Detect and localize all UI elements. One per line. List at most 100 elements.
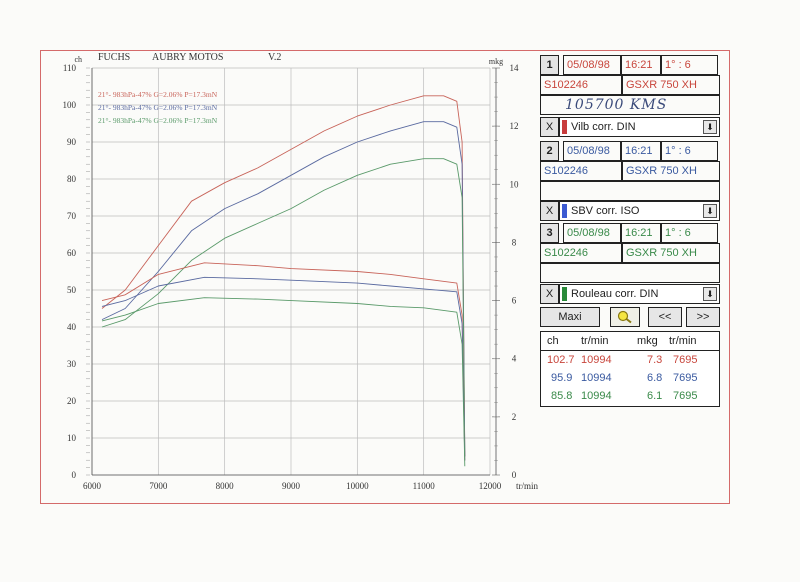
x-tick-label: 7000 [149,481,168,491]
col-mkg: mkg [637,335,658,347]
run-2-correction-label: SBV corr. ISO [571,205,640,217]
run-2-date: 05/08/98 [563,141,621,161]
run-1-note: 105700 KMS [540,95,720,115]
dropdown-arrow-icon[interactable]: ⬇ [703,287,717,301]
run-1-info: S102246 GSXR 750 XH [540,75,720,95]
torque-series-1 [101,262,466,461]
y-left-tick-label: 60 [67,248,77,258]
run-3-close-button[interactable]: X [540,284,559,304]
y-left-tick-label: 110 [63,63,77,73]
run-2-color-swatch [562,204,567,218]
run-3-serial: S102246 [540,243,622,263]
x-tick-label: 11000 [413,481,436,491]
run-1-close-button[interactable]: X [540,117,559,137]
y-left-unit: ch [74,55,82,64]
power-series-1 [101,95,466,457]
row-2-mkg: 6.8 [647,372,663,384]
run-2-correction-dropdown[interactable]: SBV corr. ISO ⬇ [559,201,720,221]
row-1-mkg: 7.3 [647,354,663,366]
run-2-info: S102246 GSXR 750 XH [540,161,720,181]
torque-series-3 [101,297,466,467]
run-2-close-button[interactable]: X [540,201,559,221]
y-left-tick-label: 80 [67,174,77,184]
run-2-select-button[interactable]: 2 [540,141,559,161]
row-3-rpm-torque: 7695 [673,390,698,402]
run-3-color-swatch [562,287,567,301]
magnifier-icon [617,310,632,324]
chart-annotation: 21°- 983hPa-47% G=2.06% P=17.3mN [98,90,218,99]
y-left-tick-label: 90 [67,137,77,147]
y-left-tick-label: 20 [67,396,77,406]
x-tick-label: 9000 [282,481,301,491]
row-1-rpm-power: 10994 [581,354,612,366]
row-2-rpm-torque: 7695 [673,372,698,384]
previous-button[interactable]: << [648,307,682,327]
col-ch: ch [547,335,559,347]
run-1-correction-dropdown[interactable]: Vilb corr. DIN ⬇ [559,117,720,137]
run-3-ratio: 1° : 6 [661,223,718,243]
y-right-tick-label: 12 [510,121,519,131]
run-2-ratio: 1° : 6 [661,141,718,161]
maxi-button[interactable]: Maxi [540,307,600,327]
run-1-correction-label: Vilb corr. DIN [571,121,636,133]
run-1-select-button[interactable]: 1 [540,55,559,75]
y-right-tick-label: 10 [510,179,520,189]
run-2-correction-row: X SBV corr. ISO ⬇ [540,201,720,221]
x-tick-label: 12000 [479,481,502,491]
x-unit: tr/min [516,481,538,491]
results-table: ch tr/min mkg tr/min 102.7 10994 7.3 769… [540,331,720,407]
dropdown-arrow-icon[interactable]: ⬇ [703,204,717,218]
run-3-correction-dropdown[interactable]: Rouleau corr. DIN ⬇ [559,284,720,304]
run-3-date: 05/08/98 [563,223,621,243]
y-left-tick-label: 0 [72,470,77,480]
dyno-chart: 6000 7000 8000 9000 10000 11000 12000010203040… [63,55,539,491]
run-3-select-button[interactable]: 3 [540,223,559,243]
y-left-tick-label: 50 [67,285,77,295]
x-tick-label: 6000 [83,481,102,491]
chart-annotations: 21°- 983hPa-47% G=2.06% P=17.3mN 21°- 983… [98,90,218,125]
run-1-header: 1 05/08/98 16:21 1° : 6 [540,55,720,75]
run-3-header: 3 05/08/98 16:21 1° : 6 [540,223,720,243]
run-3-correction-row: X Rouleau corr. DIN ⬇ [540,284,720,304]
chart-axes [86,67,500,476]
run-2-time: 16:21 [621,141,661,161]
y-right-unit: mkg [489,57,503,66]
row-1-ch: 102.7 [547,354,575,366]
run-1-model: GSXR 750 XH [622,75,720,95]
chart-grid [91,67,491,476]
y-left-tick-label: 40 [67,322,77,332]
run-3-time: 16:21 [621,223,661,243]
y-left-tick-label: 70 [67,211,77,221]
run-3-note [540,263,720,283]
y-right-tick-label: 2 [512,412,517,422]
results-divider [541,350,719,351]
run-1-time: 16:21 [621,55,661,75]
run-1-date: 05/08/98 [563,55,621,75]
chart-annotation: 21°- 983hPa-47% G=2.06% P=17.3mN [98,103,218,112]
run-1-serial: S102246 [540,75,622,95]
row-3-mkg: 6.1 [647,390,663,402]
chart-annotation: 21°- 983hPa-47% G=2.06% P=17.3mN [98,116,218,125]
y-left-tick-label: 30 [67,359,77,369]
run-1-correction-row: X Vilb corr. DIN ⬇ [540,117,720,137]
y-right-tick-label: 6 [512,296,517,306]
dropdown-arrow-icon[interactable]: ⬇ [703,120,717,134]
run-2-serial: S102246 [540,161,622,181]
results-header: ch tr/min mkg tr/min [541,335,719,351]
run-1-color-swatch [562,120,567,134]
dyno-sheet: FUCHS AUBRY MOTOS V.2 6000 7000 8000 9000 10… [0,0,800,582]
y-right-tick-label: 14 [510,63,520,73]
run-2-header: 2 05/08/98 16:21 1° : 6 [540,141,720,161]
col-rpm-power: tr/min [581,335,609,347]
row-2-rpm-power: 10994 [581,372,612,384]
next-button[interactable]: >> [686,307,720,327]
run-3-note-row [540,263,720,283]
y-left-tick-label: 10 [67,433,77,443]
y-right-tick-label: 8 [512,237,517,247]
x-tick-label: 10000 [346,481,369,491]
row-3-rpm-power: 10994 [581,390,612,402]
chart-series [101,95,466,467]
y-left-tick-label: 100 [63,100,77,110]
torque-series-2 [101,276,466,461]
zoom-button[interactable] [610,307,640,327]
